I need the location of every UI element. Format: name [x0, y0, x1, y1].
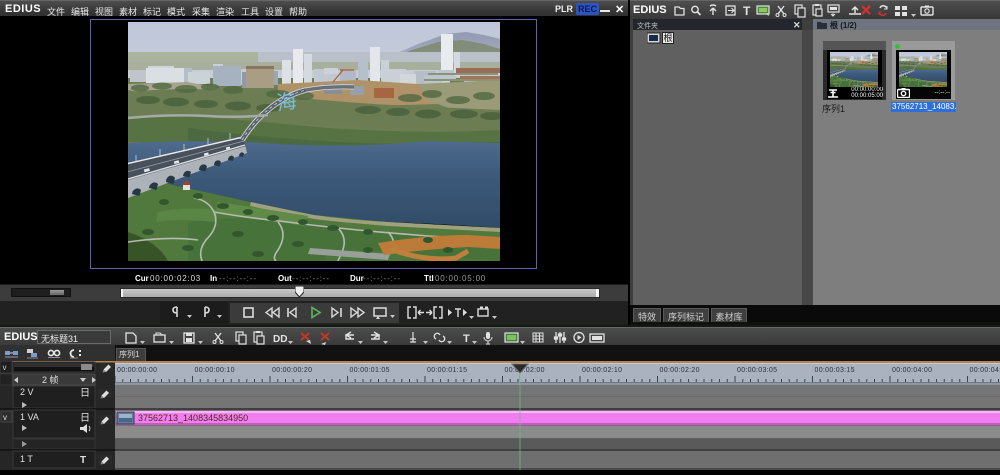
svg-text:T: T: [743, 4, 751, 18]
svg-text:1 T: 1 T: [20, 454, 33, 464]
svg-text:1 VA: 1 VA: [20, 412, 39, 422]
svg-text:DD: DD: [273, 334, 287, 345]
svg-text:37562713_1408345834950: 37562713_1408345834950: [138, 413, 248, 423]
svg-text:2 帧: 2 帧: [42, 374, 59, 385]
svg-text:00:00:04:00: 00:00:04:00: [892, 367, 932, 374]
svg-text:00:00:02:20: 00:00:02:20: [660, 367, 700, 374]
svg-text:00:00:01:05: 00:00:01:05: [350, 367, 390, 374]
svg-text:日: 日: [80, 388, 90, 399]
svg-text:2 V: 2 V: [20, 387, 34, 397]
svg-text:00:00:00:00: 00:00:00:00: [117, 367, 157, 374]
svg-text:T: T: [463, 333, 470, 345]
svg-text:v: v: [3, 363, 7, 372]
svg-text:00:00:02:10: 00:00:02:10: [582, 367, 622, 374]
svg-text:v: v: [3, 413, 7, 422]
svg-text:00:00:04:10: 00:00:04:10: [970, 367, 1000, 374]
svg-text:00:00:00:20: 00:00:00:20: [272, 367, 312, 374]
svg-text:00:00:03:05: 00:00:03:05: [737, 367, 777, 374]
svg-text:00:00:01:15: 00:00:01:15: [427, 367, 467, 374]
svg-text:00:00:03:15: 00:00:03:15: [815, 367, 855, 374]
svg-text:00:00:00:10: 00:00:00:10: [195, 367, 235, 374]
svg-text:日: 日: [80, 413, 90, 424]
svg-text:T: T: [80, 455, 86, 466]
